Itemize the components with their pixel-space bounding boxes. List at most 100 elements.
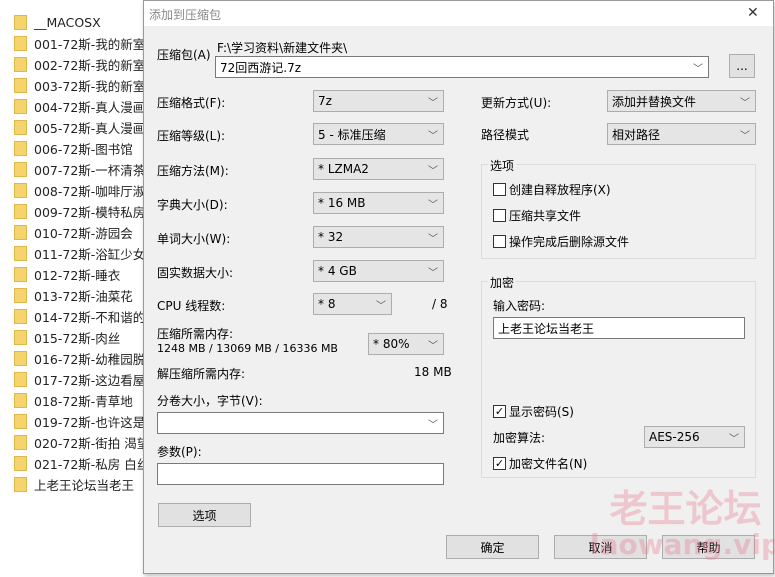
dict-select[interactable]: * 16 MB ﹀	[313, 192, 444, 214]
folder-icon	[14, 224, 27, 240]
file-list-item[interactable]: 004-72斯-真人漫画 美	[14, 96, 144, 116]
help-button[interactable]: 帮助	[662, 535, 755, 559]
enc-method-label: 加密算法:	[493, 431, 546, 445]
file-list-item[interactable]: 020-72斯-街拍 渴望	[14, 432, 144, 452]
level-select[interactable]: 5 - 标准压缩 ﹀	[313, 123, 444, 145]
chevron-down-icon: ﹀	[428, 166, 438, 177]
password-label: 输入密码:	[493, 299, 546, 313]
file-name: 012-72斯-睡衣	[34, 267, 121, 283]
shared-label: 压缩共享文件	[509, 209, 582, 223]
sfx-checkbox[interactable]: 创建自释放程序(X)	[493, 181, 611, 198]
password-input[interactable]: 上老王论坛当老王	[493, 317, 745, 339]
show-password-label: 显示密码(S)	[509, 405, 574, 419]
ok-button[interactable]: 确定	[446, 535, 539, 559]
file-list-item[interactable]: 003-72斯-我的新室友	[14, 75, 144, 95]
options-group: 选项 创建自释放程序(X) 压缩共享文件 操作完成后删除源文件	[481, 157, 756, 259]
enc-method-value: AES-256	[649, 430, 700, 444]
file-name: 009-72斯-模特私房 美	[34, 204, 144, 220]
checkmark-icon: ✓	[493, 405, 506, 418]
mem-pct-select[interactable]: * 80% ﹀	[368, 333, 444, 355]
file-list-item[interactable]: 013-72斯-油菜花	[14, 285, 144, 305]
solid-select[interactable]: * 4 GB ﹀	[313, 260, 444, 282]
file-list-item[interactable]: 009-72斯-模特私房 美	[14, 201, 144, 221]
encrypt-names-label: 加密文件名(N)	[509, 457, 588, 471]
format-label: 压缩格式(F):	[157, 96, 226, 110]
file-name: 007-72斯-一杯清茶	[34, 162, 144, 178]
title-bar: 添加到压缩包 ✕	[144, 1, 773, 26]
chevron-down-icon: ﹀	[428, 268, 438, 279]
path-select[interactable]: 相对路径 ﹀	[607, 123, 756, 145]
chevron-down-icon: ﹀	[740, 98, 750, 109]
file-list-item[interactable]: 001-72斯-我的新室友	[14, 33, 144, 53]
file-name: 020-72斯-街拍 渴望	[34, 435, 144, 451]
cancel-button[interactable]: 取消	[554, 535, 647, 559]
file-list-item[interactable]: 019-72斯-也许这是一	[14, 411, 144, 431]
chevron-down-icon: ﹀	[428, 420, 438, 431]
file-list-item[interactable]: 017-72斯-这边看屋子	[14, 369, 144, 389]
file-name: 008-72斯-咖啡厅淑女	[34, 183, 144, 199]
file-list-item[interactable]: 010-72斯-游园会	[14, 222, 144, 242]
file-list-item[interactable]: 015-72斯-肉丝	[14, 327, 144, 347]
folder-icon	[14, 98, 27, 114]
file-list-item[interactable]: 011-72斯-浴缸少女	[14, 243, 144, 263]
file-name: 016-72斯-幼稚园脱变	[34, 351, 144, 367]
file-list-item[interactable]: 012-72斯-睡衣	[14, 264, 144, 284]
enc-method-select[interactable]: AES-256 ﹀	[644, 426, 745, 448]
dict-value: * 16 MB	[318, 196, 366, 210]
file-list-item[interactable]: 007-72斯-一杯清茶	[14, 159, 144, 179]
sfx-label: 创建自释放程序(X)	[509, 183, 611, 197]
level-value: 5 - 标准压缩	[318, 127, 386, 142]
browse-button[interactable]: ...	[729, 54, 755, 78]
folder-icon	[14, 392, 27, 408]
file-name: 003-72斯-我的新室友	[34, 78, 144, 94]
options-button[interactable]: 选项	[158, 503, 251, 527]
folder-icon	[14, 35, 27, 51]
folder-icon	[14, 119, 27, 135]
file-list-item[interactable]: 上老王论坛当老王	[14, 474, 144, 494]
file-list-item[interactable]: 016-72斯-幼稚园脱变	[14, 348, 144, 368]
close-icon[interactable]: ✕	[747, 5, 759, 21]
file-name: 019-72斯-也许这是一	[34, 414, 144, 430]
archive-name-combo[interactable]: 72回西游记.7z ﹀	[215, 56, 709, 78]
file-name: 021-72斯-私房 白丝	[34, 456, 144, 472]
file-list-item[interactable]: 008-72斯-咖啡厅淑女	[14, 180, 144, 200]
folder-icon	[14, 266, 27, 282]
folder-icon	[14, 203, 27, 219]
cpu-value: * 8	[318, 297, 336, 311]
file-list-item[interactable]: 014-72斯-不和谐的美	[14, 306, 144, 326]
file-list-item[interactable]: 005-72斯-真人漫画 美	[14, 117, 144, 137]
file-name: 006-72斯-图书馆	[34, 141, 133, 157]
chevron-down-icon: ﹀	[428, 341, 438, 352]
folder-icon	[14, 56, 27, 72]
cpu-select[interactable]: * 8 ﹀	[313, 293, 392, 315]
folder-icon	[14, 434, 27, 450]
path-value: 相对路径	[612, 127, 661, 142]
file-list-item[interactable]: 006-72斯-图书馆	[14, 138, 144, 158]
folder-icon	[14, 350, 27, 366]
add-to-archive-dialog: 添加到压缩包 ✕ 压缩包(A) F:\学习资料\新建文件夹\ 72回西游记.7z…	[143, 0, 774, 574]
encrypt-names-checkbox[interactable]: ✓ 加密文件名(N)	[493, 455, 587, 472]
cpu-max: / 8	[432, 297, 448, 311]
word-select[interactable]: * 32 ﹀	[313, 226, 444, 248]
file-name: 002-72斯-我的新室友	[34, 57, 144, 73]
shared-checkbox[interactable]: 压缩共享文件	[493, 207, 581, 224]
file-list-item[interactable]: 021-72斯-私房 白丝	[14, 453, 144, 473]
archive-name: 72回西游记.7z	[220, 60, 302, 75]
format-select[interactable]: 7z ﹀	[313, 90, 444, 112]
file-list-item[interactable]: 018-72斯-青草地	[14, 390, 144, 410]
split-combo[interactable]: ﹀	[157, 412, 444, 434]
file-list-item[interactable]: 002-72斯-我的新室友	[14, 54, 144, 74]
update-select[interactable]: 添加并替换文件 ﹀	[607, 90, 756, 112]
file-list-item[interactable]: __MACOSX	[14, 12, 144, 32]
delete-checkbox[interactable]: 操作完成后删除源文件	[493, 233, 629, 250]
folder-icon	[14, 455, 27, 471]
solid-value: * 4 GB	[318, 264, 357, 278]
file-name: 014-72斯-不和谐的美	[34, 309, 144, 325]
method-select[interactable]: * LZMA2 ﹀	[313, 158, 444, 180]
show-password-checkbox[interactable]: ✓ 显示密码(S)	[493, 403, 574, 420]
folder-icon	[14, 77, 27, 93]
checkmark-icon: ✓	[493, 457, 506, 470]
params-input[interactable]	[157, 463, 444, 485]
method-value: * LZMA2	[318, 162, 369, 176]
encryption-group: 加密 输入密码: 上老王论坛当老王 ✓ 显示密码(S) 加密算法: AES-256…	[481, 274, 756, 478]
